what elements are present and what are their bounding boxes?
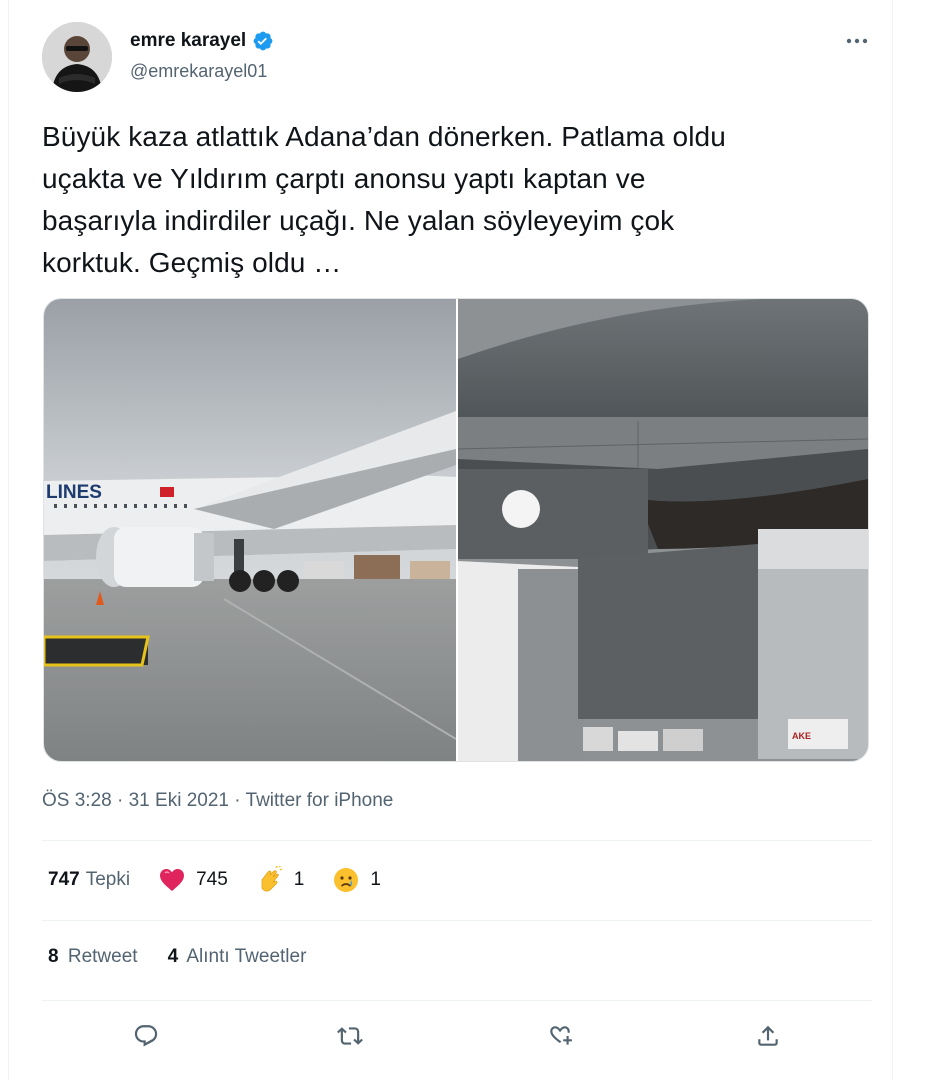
share-icon[interactable]: [748, 1016, 788, 1056]
reply-icon[interactable]: [126, 1016, 166, 1056]
retweet-count[interactable]: 8 Retweet: [48, 946, 138, 968]
tweet-text-line: uçakta ve Yıldırım çarptı anonsu yaptı k…: [42, 163, 646, 194]
tweet-actions: [42, 1012, 872, 1062]
quote-count-label: Alıntı Tweetler: [186, 946, 307, 967]
reaction-sad[interactable]: 1: [332, 866, 381, 894]
like-icon[interactable]: [540, 1016, 580, 1056]
tweet-text-line: korktuk. Geçmiş oldu …: [42, 247, 342, 278]
tweet-meta: ÖS 3:28 · 31 Eki 2021 · Twitter for iPho…: [42, 790, 393, 812]
retweet-count-label: Retweet: [67, 946, 138, 967]
tweet-media: LINES AKE: [43, 298, 869, 762]
reactions-total-count: 747: [48, 869, 80, 890]
reactions-total-label: Tepki: [85, 869, 131, 890]
engagement-counts: 8 Retweet 4 Alıntı Tweetler: [48, 946, 336, 968]
divider: [42, 920, 872, 921]
divider: [42, 840, 872, 841]
meta-separator: ·: [117, 790, 124, 811]
tweet-text: Büyük kaza atlattık Adana’dan dönerken. …: [42, 116, 872, 284]
quote-count-value: 4: [167, 946, 179, 967]
reaction-heart-count: 745: [196, 869, 228, 890]
reaction-heart[interactable]: 745: [158, 866, 228, 894]
frame-border-left: [8, 0, 9, 1080]
frame-border-right: [892, 0, 893, 1080]
reactions-total[interactable]: 747 Tepki: [48, 869, 130, 891]
reaction-clap-count: 1: [293, 869, 305, 890]
media-photo-wing-damage[interactable]: AKE: [458, 299, 868, 761]
tweet-text-line: başarıyla indirdiler uçağı. Ne yalan söy…: [42, 205, 675, 236]
author-display-name[interactable]: emre karayel: [130, 30, 246, 52]
livery-text: LINES: [46, 482, 102, 503]
vehicle-label: AKE: [792, 731, 811, 741]
retweet-icon[interactable]: [330, 1016, 370, 1056]
reaction-clap[interactable]: 1: [256, 866, 305, 894]
verified-badge-icon: [252, 30, 274, 52]
author-name-row[interactable]: emre karayel: [130, 30, 274, 52]
heart-icon: [158, 866, 186, 894]
author-handle[interactable]: @emrekarayel01: [130, 61, 267, 82]
retweet-count-value: 8: [48, 946, 59, 967]
quote-tweet-count[interactable]: 4 Alıntı Tweetler: [168, 946, 307, 968]
sad-face-icon: [332, 866, 360, 894]
tweet-text-line: Büyük kaza atlattık Adana’dan dönerken. …: [42, 121, 726, 152]
meta-separator: ·: [234, 790, 241, 811]
tweet-date[interactable]: 31 Eki 2021: [129, 790, 229, 811]
tweet-source[interactable]: Twitter for iPhone: [246, 790, 394, 811]
more-horizontal-icon[interactable]: [842, 26, 872, 56]
reactions-row: 747 Tepki 745 1 1: [48, 866, 381, 894]
tweet-time[interactable]: ÖS 3:28: [42, 790, 112, 811]
divider: [42, 1000, 872, 1001]
avatar-photo: [42, 22, 112, 92]
media-photo-airplane-side[interactable]: LINES: [44, 299, 456, 761]
reaction-sad-count: 1: [370, 869, 381, 890]
clap-icon: [256, 866, 284, 894]
avatar[interactable]: [42, 22, 112, 92]
